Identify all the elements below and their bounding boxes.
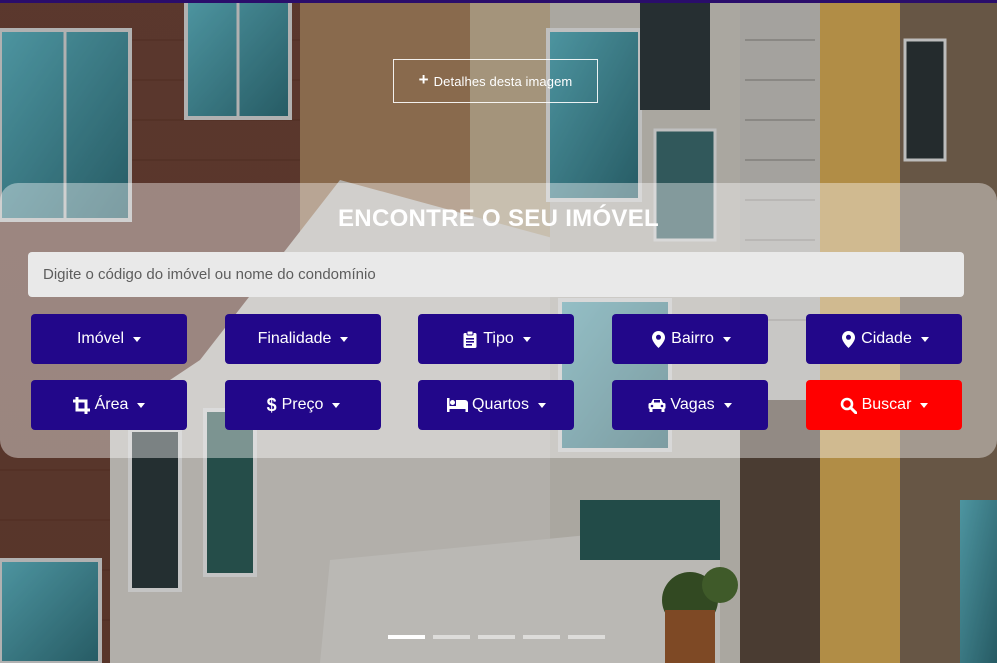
filter-tipo-label: Tipo	[483, 330, 514, 347]
caret-down-icon	[137, 402, 146, 408]
bed-icon	[446, 396, 468, 414]
carousel-indicator-4[interactable]	[523, 635, 560, 639]
map-marker-icon	[649, 330, 667, 348]
carousel-indicator-2[interactable]	[433, 635, 470, 639]
filter-area-label: Área	[94, 396, 129, 413]
top-accent-strip	[0, 0, 997, 3]
map-marker-icon	[839, 330, 857, 348]
search-icon	[840, 396, 858, 414]
search-button-label: Buscar	[861, 396, 912, 413]
filter-preco-label: Preço	[281, 396, 324, 413]
crop-icon	[73, 396, 91, 414]
car-icon	[648, 396, 666, 414]
search-title: ENCONTRE O SEU IMÓVEL	[338, 205, 659, 232]
caret-down-icon	[920, 402, 929, 408]
filter-bairro-label: Bairro	[671, 330, 714, 347]
filter-area-dropdown[interactable]: Área	[31, 380, 187, 430]
image-details-label: Detalhes desta imagem	[433, 73, 573, 89]
caret-down-icon	[920, 336, 929, 342]
carousel-indicator-1[interactable]	[388, 635, 425, 639]
image-details-button[interactable]: + Detalhes desta imagem	[393, 59, 598, 103]
clipboard-icon	[461, 330, 479, 348]
property-code-search-input[interactable]	[28, 252, 964, 297]
filter-quartos-dropdown[interactable]: Quartos	[418, 380, 574, 430]
filter-vagas-label: Vagas	[670, 396, 715, 413]
caret-down-icon	[332, 402, 341, 408]
carousel-indicator-5[interactable]	[568, 635, 605, 639]
filter-cidade-label: Cidade	[861, 330, 912, 347]
filter-imovel-label: Imóvel	[76, 330, 125, 347]
filter-vagas-dropdown[interactable]: Vagas	[612, 380, 768, 430]
carousel-indicators	[388, 635, 605, 639]
filter-quartos-label: Quartos	[472, 396, 529, 413]
dollar-icon: $	[266, 394, 277, 415]
filter-finalidade-label: Finalidade	[257, 330, 332, 347]
filter-imovel-dropdown[interactable]: Imóvel	[31, 314, 187, 364]
plus-icon: +	[418, 70, 429, 89]
filter-finalidade-dropdown[interactable]: Finalidade	[225, 314, 381, 364]
caret-down-icon	[723, 402, 732, 408]
search-button[interactable]: Buscar	[806, 380, 962, 430]
caret-down-icon	[522, 336, 531, 342]
filter-cidade-dropdown[interactable]: Cidade	[806, 314, 962, 364]
caret-down-icon	[537, 402, 546, 408]
carousel-indicator-3[interactable]	[478, 635, 515, 639]
filter-tipo-dropdown[interactable]: Tipo	[418, 314, 574, 364]
filter-preco-dropdown[interactable]: $ Preço	[225, 380, 381, 430]
caret-down-icon	[133, 336, 142, 342]
caret-down-icon	[340, 336, 349, 342]
caret-down-icon	[722, 336, 731, 342]
filter-bairro-dropdown[interactable]: Bairro	[612, 314, 768, 364]
